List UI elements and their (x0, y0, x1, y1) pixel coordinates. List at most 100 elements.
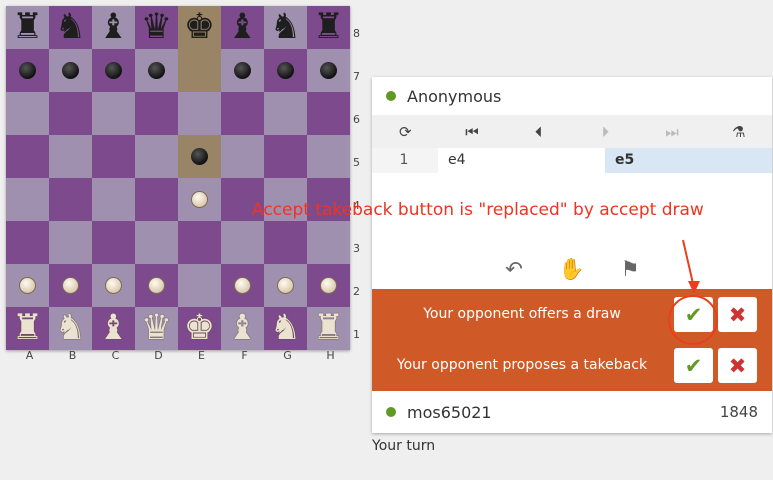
board-square-g7[interactable] (264, 49, 307, 92)
board-square-a1[interactable]: ♜ (6, 307, 49, 350)
flip-board-icon[interactable]: ⟳ (372, 123, 439, 141)
white-knight-icon[interactable]: ♞ (270, 311, 301, 346)
move-white[interactable]: e4 (438, 148, 605, 173)
black-queen-icon[interactable]: ♛ (141, 10, 172, 45)
board-square-f3[interactable] (221, 221, 264, 264)
board-square-e1[interactable]: ♚ (178, 307, 221, 350)
move-black[interactable]: e5 (605, 148, 772, 173)
board-square-h6[interactable] (307, 92, 350, 135)
black-knight-icon[interactable]: ♞ (55, 10, 86, 45)
black-bishop-icon[interactable]: ♝ (227, 10, 258, 45)
board-square-f6[interactable] (221, 92, 264, 135)
board-square-g5[interactable] (264, 135, 307, 178)
board-square-b8[interactable]: ♞ (49, 6, 92, 49)
white-pawn-icon[interactable] (19, 277, 36, 294)
takeback-icon[interactable]: ↶ (496, 257, 532, 283)
board-square-e5[interactable] (178, 135, 221, 178)
board-square-a4[interactable] (6, 178, 49, 221)
accept-takeback-button[interactable]: ✔ (674, 348, 713, 383)
board-square-a2[interactable] (6, 264, 49, 307)
board-square-b4[interactable] (49, 178, 92, 221)
board-square-d2[interactable] (135, 264, 178, 307)
board-square-b6[interactable] (49, 92, 92, 135)
board-square-e7[interactable] (178, 49, 221, 92)
white-pawn-icon[interactable] (320, 277, 337, 294)
board-square-g8[interactable]: ♞ (264, 6, 307, 49)
board-square-d8[interactable]: ♛ (135, 6, 178, 49)
board-square-c7[interactable] (92, 49, 135, 92)
offer-draw-icon[interactable]: ✋ (554, 257, 590, 283)
board-square-d7[interactable] (135, 49, 178, 92)
chess-board[interactable]: ♜ ♞ ♝ ♛ ♚ ♝ ♞ ♜ ♜ ♞ ♝ ♛ ♚ ♝ ♞ ♜ (6, 6, 350, 350)
board-square-a7[interactable] (6, 49, 49, 92)
board-square-a6[interactable] (6, 92, 49, 135)
first-move-icon[interactable]: ⏮ (439, 123, 506, 141)
board-square-h1[interactable]: ♜ (307, 307, 350, 350)
previous-move-icon[interactable]: ⏴ (505, 123, 572, 141)
board-square-b2[interactable] (49, 264, 92, 307)
white-queen-icon[interactable]: ♛ (141, 311, 172, 346)
white-rook-icon[interactable]: ♜ (313, 311, 344, 346)
board-square-e2[interactable] (178, 264, 221, 307)
board-square-h8[interactable]: ♜ (307, 6, 350, 49)
white-rook-icon[interactable]: ♜ (12, 311, 43, 346)
board-square-e8[interactable]: ♚ (178, 6, 221, 49)
board-square-c2[interactable] (92, 264, 135, 307)
board-square-c4[interactable] (92, 178, 135, 221)
board-square-d3[interactable] (135, 221, 178, 264)
board-square-g2[interactable] (264, 264, 307, 307)
white-pawn-icon[interactable] (234, 277, 251, 294)
black-pawn-icon[interactable] (320, 62, 337, 79)
decline-draw-button[interactable]: ✖ (718, 297, 757, 332)
black-rook-icon[interactable]: ♜ (12, 10, 43, 45)
analysis-icon[interactable]: ⚗ (705, 123, 772, 141)
board-square-d1[interactable]: ♛ (135, 307, 178, 350)
white-pawn-icon[interactable] (191, 191, 208, 208)
decline-takeback-button[interactable]: ✖ (718, 348, 757, 383)
black-pawn-icon[interactable] (277, 62, 294, 79)
board-square-c5[interactable] (92, 135, 135, 178)
board-square-f2[interactable] (221, 264, 264, 307)
opponent-name[interactable]: Anonymous (407, 87, 501, 106)
black-pawn-icon[interactable] (234, 62, 251, 79)
board-square-e6[interactable] (178, 92, 221, 135)
board-square-a8[interactable]: ♜ (6, 6, 49, 49)
black-pawn-icon[interactable] (19, 62, 36, 79)
black-knight-icon[interactable]: ♞ (270, 10, 301, 45)
resign-flag-icon[interactable]: ⚑ (612, 257, 648, 283)
black-king-icon[interactable]: ♚ (184, 10, 215, 45)
board-square-a3[interactable] (6, 221, 49, 264)
board-square-d5[interactable] (135, 135, 178, 178)
white-bishop-icon[interactable]: ♝ (98, 311, 129, 346)
board-square-h3[interactable] (307, 221, 350, 264)
board-square-a5[interactable] (6, 135, 49, 178)
board-square-g6[interactable] (264, 92, 307, 135)
board-square-f8[interactable]: ♝ (221, 6, 264, 49)
black-pawn-icon[interactable] (62, 62, 79, 79)
black-pawn-icon[interactable] (148, 62, 165, 79)
board-square-c1[interactable]: ♝ (92, 307, 135, 350)
white-pawn-icon[interactable] (277, 277, 294, 294)
white-pawn-icon[interactable] (105, 277, 122, 294)
board-square-d6[interactable] (135, 92, 178, 135)
board-square-f1[interactable]: ♝ (221, 307, 264, 350)
black-bishop-icon[interactable]: ♝ (98, 10, 129, 45)
player-name[interactable]: mos65021 (407, 403, 492, 422)
black-rook-icon[interactable]: ♜ (313, 10, 344, 45)
white-pawn-icon[interactable] (62, 277, 79, 294)
next-move-icon[interactable]: ⏵ (572, 123, 639, 141)
board-square-g3[interactable] (264, 221, 307, 264)
white-pawn-icon[interactable] (148, 277, 165, 294)
board-square-b1[interactable]: ♞ (49, 307, 92, 350)
board-square-h2[interactable] (307, 264, 350, 307)
black-pawn-icon[interactable] (105, 62, 122, 79)
board-square-c6[interactable] (92, 92, 135, 135)
board-square-f7[interactable] (221, 49, 264, 92)
board-square-b3[interactable] (49, 221, 92, 264)
board-square-c8[interactable]: ♝ (92, 6, 135, 49)
board-square-h7[interactable] (307, 49, 350, 92)
board-square-b5[interactable] (49, 135, 92, 178)
black-pawn-icon[interactable] (191, 148, 208, 165)
white-knight-icon[interactable]: ♞ (55, 311, 86, 346)
white-king-icon[interactable]: ♚ (184, 311, 215, 346)
